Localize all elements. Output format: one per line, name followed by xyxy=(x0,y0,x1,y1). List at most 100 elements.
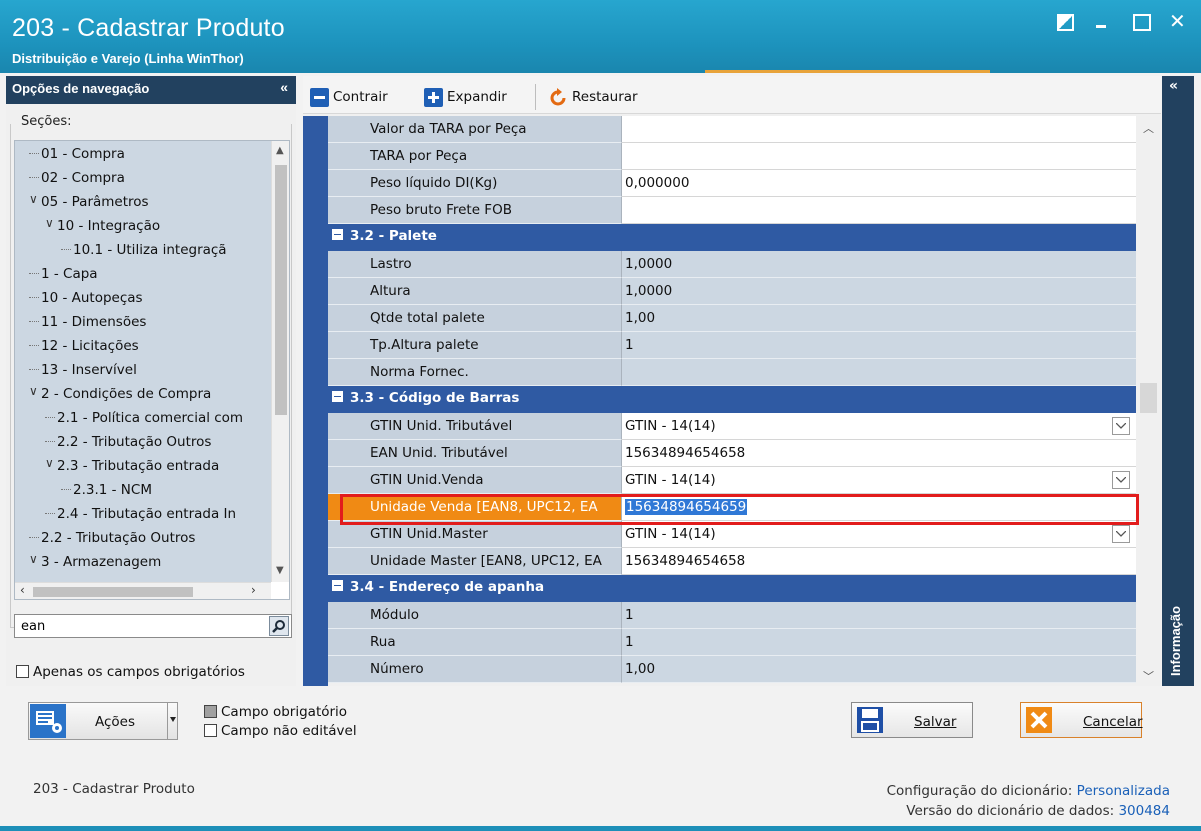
field-value-input[interactable] xyxy=(622,143,1136,170)
tree-connector xyxy=(29,297,39,298)
field-value-input[interactable]: 1 xyxy=(622,602,1136,629)
scroll-up-icon[interactable]: ▲ xyxy=(276,145,284,156)
chevron-down-icon[interactable] xyxy=(1112,525,1130,543)
expand-chevron-icon[interactable]: ∨ xyxy=(45,456,54,470)
field-value-input[interactable]: 15634894654658 xyxy=(622,548,1136,575)
field-value-input[interactable]: 1,0000 xyxy=(622,251,1136,278)
collapse-button[interactable]: Contrair xyxy=(310,86,388,108)
minimize-icon[interactable] xyxy=(1093,12,1111,30)
expand-chevron-icon[interactable]: ∨ xyxy=(45,216,54,230)
required-only-checkbox[interactable] xyxy=(16,665,29,678)
scroll-thumb[interactable] xyxy=(275,165,287,415)
dict-config-label: Configuração do dicionário: xyxy=(886,783,1073,799)
tree-item[interactable]: 10 - Autopeças xyxy=(15,286,271,310)
expand-chevron-icon[interactable]: ∨ xyxy=(29,384,38,398)
grid-category-row[interactable]: 3.3 - Código de Barras xyxy=(328,386,1136,413)
expand-button[interactable]: Expandir xyxy=(424,86,507,108)
collapse-category-icon[interactable] xyxy=(332,580,343,591)
field-value: 1,0000 xyxy=(625,283,673,299)
actions-dropdown-icon[interactable] xyxy=(167,703,177,739)
cancel-button[interactable]: Cancelar xyxy=(1020,702,1143,738)
field-value-input[interactable]: 1 xyxy=(622,332,1136,359)
tree-item[interactable]: 2.3.1 - NCM xyxy=(15,478,271,502)
chevron-down-icon[interactable] xyxy=(1112,471,1130,489)
field-value-input[interactable]: 1,0000 xyxy=(622,278,1136,305)
save-icon xyxy=(856,706,884,734)
restore-window-icon[interactable] xyxy=(1055,12,1074,31)
field-select[interactable]: GTIN - 14(14) xyxy=(622,467,1136,494)
collapse-category-icon[interactable] xyxy=(332,391,343,402)
field-label: Norma Fornec. xyxy=(328,359,622,386)
expand-chevron-icon[interactable]: ∨ xyxy=(29,192,38,206)
tree-item[interactable]: ∨ 05 - Parâmetros xyxy=(15,190,271,214)
scroll-right-icon[interactable]: › xyxy=(251,583,256,597)
field-select[interactable]: GTIN - 14(14) xyxy=(622,521,1136,548)
field-value-input[interactable]: 0,000000 xyxy=(622,170,1136,197)
grid-field-row: Módulo 1 xyxy=(328,602,1136,629)
tree-item[interactable]: ∨ 3 - Armazenagem xyxy=(15,550,271,574)
grid-vertical-scrollbar[interactable]: ︿ ﹀ xyxy=(1136,116,1161,686)
tree-connector xyxy=(45,513,55,514)
field-value: 1,0000 xyxy=(625,256,673,272)
actions-button[interactable]: Ações xyxy=(28,702,178,740)
tree-item[interactable]: 01 - Compra xyxy=(15,142,271,166)
tree-horizontal-scrollbar[interactable]: ‹ › xyxy=(15,582,271,599)
tree-item[interactable]: 02 - Compra xyxy=(15,166,271,190)
field-value-input[interactable] xyxy=(622,197,1136,224)
tree-item[interactable]: ∨ 2.3 - Tributação entrada xyxy=(15,454,271,478)
info-panel[interactable]: « Informação xyxy=(1162,76,1194,686)
tree-item[interactable]: 2.2 - Tributação Outros xyxy=(15,430,271,454)
expand-info-icon[interactable]: « xyxy=(1169,78,1178,94)
grid-field-row: Peso líquido DI(Kg) 0,000000 xyxy=(328,170,1136,197)
search-button[interactable] xyxy=(269,616,289,636)
grid-scroll-down-icon[interactable]: ﹀ xyxy=(1143,668,1154,684)
field-value-input[interactable]: 1,00 xyxy=(622,656,1136,683)
tree-item[interactable]: 2.1 - Política comercial com xyxy=(15,406,271,430)
tree-item[interactable]: ∨ 2 - Condições de Compra xyxy=(15,382,271,406)
tree-item-label: 11 - Dimensões xyxy=(41,314,147,330)
tree-list: 01 - Compra 02 - Compra ∨ 05 - Parâmetros ∨ 1… xyxy=(15,141,271,582)
save-button[interactable]: Salvar xyxy=(851,702,973,738)
tree-item[interactable]: 12 - Licitações xyxy=(15,334,271,358)
grid-category-row[interactable]: 3.4 - Endereço de apanha xyxy=(328,575,1136,602)
close-icon[interactable]: ✕ xyxy=(1169,11,1187,31)
cancel-icon xyxy=(1025,706,1053,734)
tree-vertical-scrollbar[interactable]: ▲ ▼ xyxy=(271,141,289,582)
tree-item[interactable]: 13 - Inservível xyxy=(15,358,271,382)
chevron-down-icon[interactable] xyxy=(1112,417,1130,435)
tree-item[interactable]: 2.2 - Tributação Outros xyxy=(15,526,271,550)
field-legend: Campo obrigatório Campo não editável xyxy=(204,704,357,742)
tree-item[interactable]: ∨ 10 - Integração xyxy=(15,214,271,238)
grid-scroll-thumb[interactable] xyxy=(1140,383,1157,413)
scroll-left-icon[interactable]: ‹ xyxy=(20,583,25,597)
collapse-category-icon[interactable] xyxy=(332,229,343,240)
category-label: 3.2 - Palete xyxy=(350,228,437,244)
minus-icon xyxy=(310,87,329,107)
tree-item[interactable]: 11 - Dimensões xyxy=(15,310,271,334)
field-value-input[interactable]: 1 xyxy=(622,629,1136,656)
field-select[interactable]: GTIN - 14(14) xyxy=(622,413,1136,440)
collapse-nav-icon[interactable]: « xyxy=(280,79,288,95)
grid-category-row[interactable]: 3.2 - Palete xyxy=(328,224,1136,251)
save-label: Salvar xyxy=(914,714,957,730)
grid-scroll-up-icon[interactable]: ︿ xyxy=(1143,120,1154,136)
navigation-header: Opções de navegação « xyxy=(6,76,296,104)
section-tree: 01 - Compra 02 - Compra ∨ 05 - Parâmetros ∨ 1… xyxy=(14,140,290,600)
tree-item-label: 2 - Condições de Compra xyxy=(41,386,212,402)
tree-item[interactable]: 10.1 - Utiliza integraçã xyxy=(15,238,271,262)
scroll-down-icon[interactable]: ▼ xyxy=(276,565,284,576)
field-value-input[interactable]: 1,00 xyxy=(622,305,1136,332)
restore-button[interactable]: Restaurar xyxy=(549,86,638,108)
legend-required: Campo obrigatório xyxy=(221,704,348,720)
tree-item[interactable]: 2.4 - Tributação entrada In xyxy=(15,502,271,526)
expand-chevron-icon[interactable]: ∨ xyxy=(29,552,38,566)
field-value: 1 xyxy=(625,634,634,650)
required-only-option[interactable]: Apenas os campos obrigatórios xyxy=(16,664,245,680)
field-value-input[interactable]: 15634894654658 xyxy=(622,440,1136,467)
maximize-icon[interactable] xyxy=(1131,12,1151,31)
tree-item[interactable]: 1 - Capa xyxy=(15,262,271,286)
search-input[interactable] xyxy=(19,618,259,635)
field-value-input[interactable] xyxy=(622,359,1136,386)
field-value-input[interactable] xyxy=(622,116,1136,143)
hscroll-thumb[interactable] xyxy=(33,587,193,597)
